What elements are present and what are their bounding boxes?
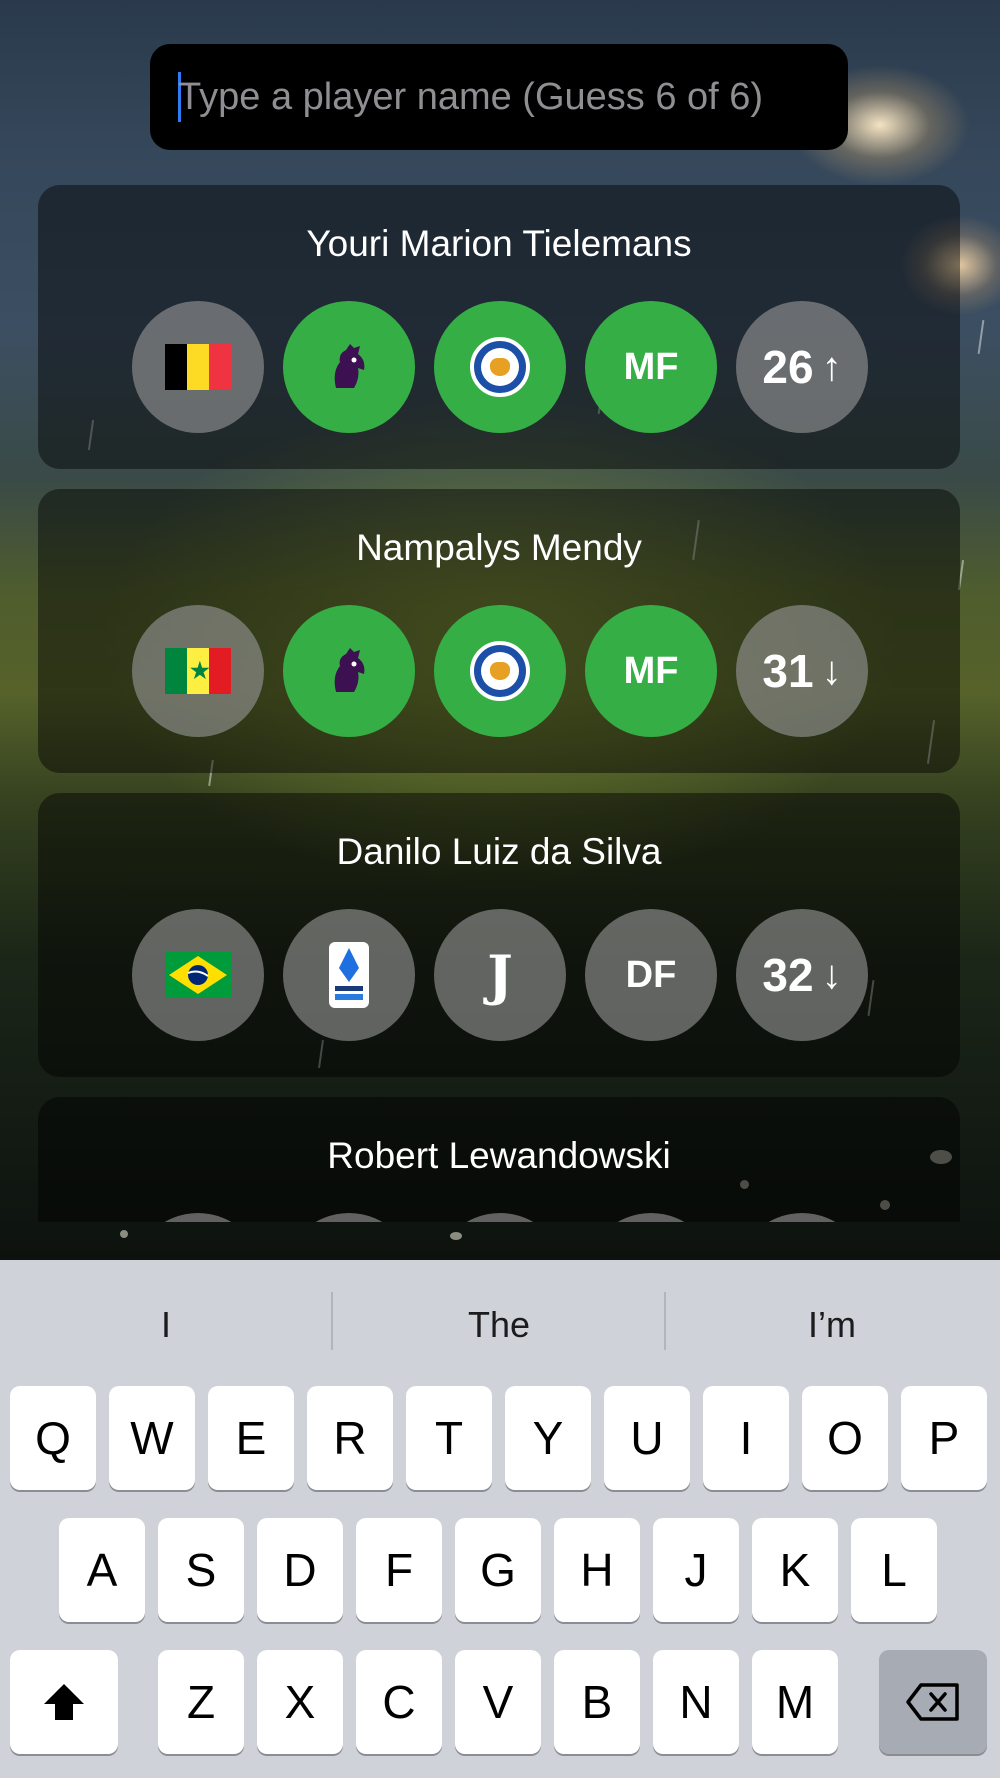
- position-label: DF: [625, 953, 677, 996]
- player-name: Danilo Luiz da Silva: [336, 831, 662, 872]
- nationality-cell: ★: [132, 605, 264, 737]
- position-label: MF: [623, 345, 679, 388]
- attribute-row: MF 26 ↑: [132, 301, 868, 433]
- league-cell: [283, 1213, 415, 1222]
- key-v[interactable]: V: [455, 1650, 541, 1754]
- key-a[interactable]: A: [59, 1518, 145, 1622]
- key-o[interactable]: O: [802, 1386, 888, 1490]
- key-f[interactable]: F: [356, 1518, 442, 1622]
- key-c[interactable]: C: [356, 1650, 442, 1754]
- guess-card: Danilo Luiz da Silva J DF 32 ↓: [38, 793, 960, 1077]
- key-m[interactable]: M: [752, 1650, 838, 1754]
- club-cell: [434, 1213, 566, 1222]
- player-name: Robert Lewandowski: [327, 1135, 671, 1176]
- age-value: 31: [762, 645, 814, 697]
- suggestion-bar: I The I’m: [0, 1260, 1000, 1382]
- guess-card: Nampalys Mendy ★ MF 31 ↓: [38, 489, 960, 773]
- key-d[interactable]: D: [257, 1518, 343, 1622]
- nationality-cell: [132, 301, 264, 433]
- position-cell: MF: [585, 301, 717, 433]
- age-value: 32: [762, 949, 814, 1001]
- arrow-down-icon: ↓: [821, 952, 842, 997]
- league-cell: [283, 909, 415, 1041]
- key-l[interactable]: L: [851, 1518, 937, 1622]
- premier-league-icon: [318, 640, 380, 702]
- arrow-down-icon: ↓: [821, 648, 842, 693]
- juventus-crest-icon: J: [487, 943, 513, 1007]
- player-search-input[interactable]: Type a player name (Guess 6 of 6): [150, 44, 848, 150]
- key-y[interactable]: Y: [505, 1386, 591, 1490]
- nationality-cell: [132, 909, 264, 1041]
- key-p[interactable]: P: [901, 1386, 987, 1490]
- attribute-row: ★ MF 31 ↓: [132, 605, 868, 737]
- key-g[interactable]: G: [455, 1518, 541, 1622]
- league-cell: [283, 301, 415, 433]
- key-n[interactable]: N: [653, 1650, 739, 1754]
- age-cell: 32 ↓: [736, 909, 868, 1041]
- belgium-flag-icon: [165, 344, 231, 390]
- leicester-city-crest-icon: [470, 641, 530, 701]
- guess-card: Robert Lewandowski: [38, 1097, 960, 1222]
- attribute-row: [132, 1213, 868, 1222]
- position-cell: [585, 1213, 717, 1222]
- player-name: Youri Marion Tielemans: [306, 223, 692, 264]
- key-r[interactable]: R: [307, 1386, 393, 1490]
- key-h[interactable]: H: [554, 1518, 640, 1622]
- senegal-flag-icon: ★: [165, 648, 231, 694]
- age-cell: 26 ↑: [736, 301, 868, 433]
- position-cell: MF: [585, 605, 717, 737]
- key-z[interactable]: Z: [158, 1650, 244, 1754]
- key-t[interactable]: T: [406, 1386, 492, 1490]
- key-j[interactable]: J: [653, 1518, 739, 1622]
- key-k[interactable]: K: [752, 1518, 838, 1622]
- arrow-up-icon: ↑: [821, 344, 842, 389]
- onscreen-keyboard: I The I’m Q W E R T Y U I O P A S D F G …: [0, 1260, 1000, 1778]
- attribute-row: J DF 32 ↓: [132, 909, 868, 1041]
- age-cell: 31 ↓: [736, 605, 868, 737]
- shift-arrow-icon: [44, 1684, 84, 1720]
- key-i[interactable]: I: [703, 1386, 789, 1490]
- serie-a-icon: [329, 942, 369, 1008]
- key-q[interactable]: Q: [10, 1386, 96, 1490]
- delete-key[interactable]: [879, 1650, 987, 1754]
- league-cell: [283, 605, 415, 737]
- guess-card: Youri Marion Tielemans MF 26 ↑: [38, 185, 960, 469]
- position-label: MF: [623, 649, 679, 692]
- key-s[interactable]: S: [158, 1518, 244, 1622]
- suggestion-3[interactable]: I’m: [666, 1304, 998, 1346]
- search-placeholder: Type a player name (Guess 6 of 6): [178, 75, 764, 118]
- club-cell: J: [434, 909, 566, 1041]
- suggestion-2[interactable]: The: [333, 1304, 665, 1346]
- backspace-icon: [906, 1683, 959, 1721]
- guess-list: Youri Marion Tielemans MF 26 ↑ Nampalys …: [0, 0, 1000, 1222]
- club-cell: [434, 605, 566, 737]
- key-x[interactable]: X: [257, 1650, 343, 1754]
- brazil-flag-icon: [165, 952, 231, 998]
- position-cell: DF: [585, 909, 717, 1041]
- key-w[interactable]: W: [109, 1386, 195, 1490]
- club-cell: [434, 301, 566, 433]
- premier-league-icon: [318, 336, 380, 398]
- suggestion-1[interactable]: I: [0, 1304, 332, 1346]
- leicester-city-crest-icon: [470, 337, 530, 397]
- age-cell: [736, 1213, 868, 1222]
- age-value: 26: [762, 341, 814, 393]
- key-e[interactable]: E: [208, 1386, 294, 1490]
- key-b[interactable]: B: [554, 1650, 640, 1754]
- player-name: Nampalys Mendy: [356, 527, 642, 568]
- nationality-cell: [132, 1213, 264, 1222]
- key-u[interactable]: U: [604, 1386, 690, 1490]
- shift-key[interactable]: [10, 1650, 118, 1754]
